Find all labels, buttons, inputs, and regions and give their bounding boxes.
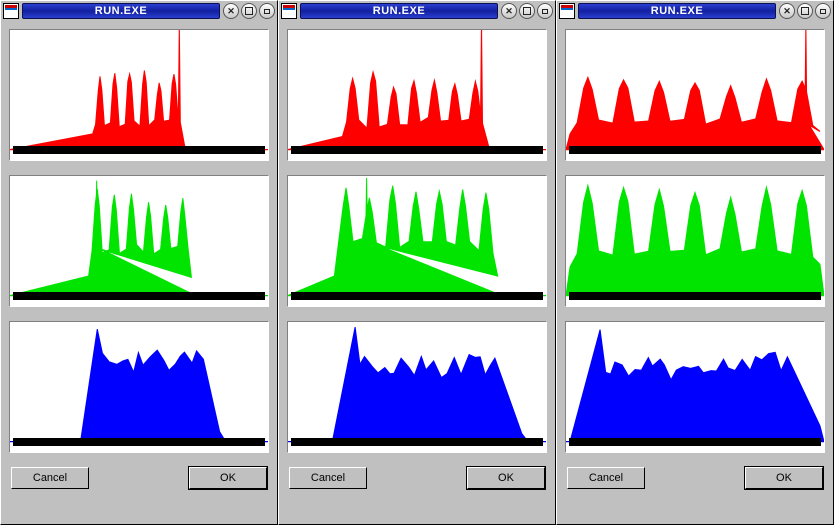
minimize-icon[interactable] xyxy=(259,3,275,19)
cancel-button[interactable]: Cancel xyxy=(289,467,367,489)
window-0: RUN.EXE ✕ Cancel OK xyxy=(0,0,278,525)
minimize-icon[interactable] xyxy=(815,3,831,19)
window-title: RUN.EXE xyxy=(578,3,776,19)
app-icon[interactable] xyxy=(3,3,19,19)
titlebar[interactable]: RUN.EXE ✕ xyxy=(1,1,277,21)
axis-bar xyxy=(291,438,543,446)
axis-bar xyxy=(13,438,265,446)
close-icon[interactable]: ✕ xyxy=(779,3,795,19)
window-1: RUN.EXE ✕ Cancel OK xyxy=(278,0,556,525)
histogram-blue xyxy=(287,321,547,453)
histogram-green xyxy=(565,175,825,307)
close-icon[interactable]: ✕ xyxy=(501,3,517,19)
axis-bar xyxy=(291,146,543,154)
close-icon[interactable]: ✕ xyxy=(223,3,239,19)
axis-bar xyxy=(569,292,821,300)
app-icon[interactable] xyxy=(559,3,575,19)
histogram-red xyxy=(9,29,269,161)
histogram-red xyxy=(287,29,547,161)
window-title: RUN.EXE xyxy=(300,3,498,19)
histogram-blue xyxy=(565,321,825,453)
titlebar[interactable]: RUN.EXE ✕ xyxy=(279,1,555,21)
titlebar[interactable]: RUN.EXE ✕ xyxy=(557,1,833,21)
maximize-icon[interactable] xyxy=(241,3,257,19)
histogram-blue xyxy=(9,321,269,453)
ok-button[interactable]: OK xyxy=(189,467,267,489)
histogram-green xyxy=(287,175,547,307)
axis-bar xyxy=(291,292,543,300)
window-title: RUN.EXE xyxy=(22,3,220,19)
histogram-green xyxy=(9,175,269,307)
maximize-icon[interactable] xyxy=(797,3,813,19)
histogram-red xyxy=(565,29,825,161)
cancel-button[interactable]: Cancel xyxy=(11,467,89,489)
axis-bar xyxy=(13,146,265,154)
app-icon[interactable] xyxy=(281,3,297,19)
axis-bar xyxy=(569,146,821,154)
cancel-button[interactable]: Cancel xyxy=(567,467,645,489)
axis-bar xyxy=(569,438,821,446)
ok-button[interactable]: OK xyxy=(467,467,545,489)
minimize-icon[interactable] xyxy=(537,3,553,19)
maximize-icon[interactable] xyxy=(519,3,535,19)
window-2: RUN.EXE ✕ Cancel OK xyxy=(556,0,834,525)
axis-bar xyxy=(13,292,265,300)
ok-button[interactable]: OK xyxy=(745,467,823,489)
